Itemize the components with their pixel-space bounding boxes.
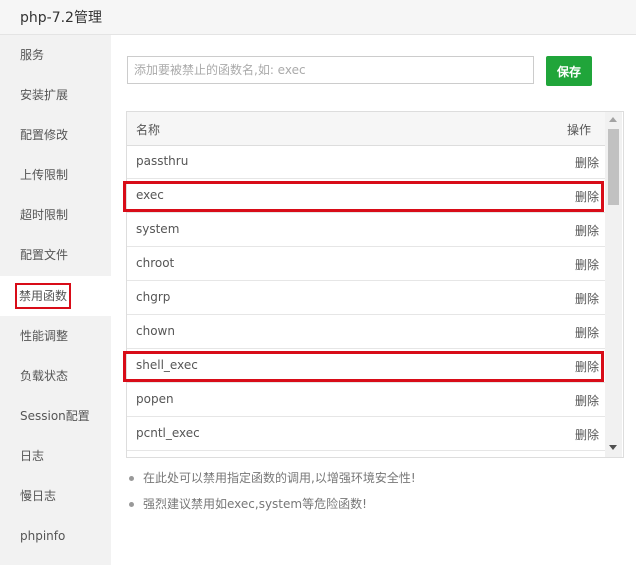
sidebar-item-label: 性能调整 xyxy=(20,329,69,343)
table-row: system 删除 xyxy=(127,214,605,247)
tip-text: 在此处可以禁用指定函数的调用,以增强环境安全性! xyxy=(143,471,416,485)
function-name: passthru xyxy=(136,154,189,168)
sidebar-item-disabled-functions[interactable]: 禁用函数 xyxy=(0,276,111,316)
sidebar-item-label: 慢日志 xyxy=(20,489,57,503)
column-header-name: 名称 xyxy=(136,123,161,137)
tips-list: 在此处可以禁用指定函数的调用,以增强环境安全性! 强烈建议禁用如exec,sys… xyxy=(127,470,607,522)
sidebar-item-log[interactable]: 日志 xyxy=(0,436,111,476)
delete-link[interactable]: 删除 xyxy=(575,290,599,307)
bullet-icon xyxy=(129,476,134,481)
table-row: chown 删除 xyxy=(127,316,605,349)
delete-link[interactable]: 删除 xyxy=(575,358,599,375)
sidebar-item-label: 服务 xyxy=(20,48,45,62)
sidebar-item-config-file[interactable]: 配置文件 xyxy=(0,235,111,275)
function-name: chgrp xyxy=(136,290,171,304)
sidebar-item-load-status[interactable]: 负载状态 xyxy=(0,356,111,396)
sidebar-item-performance[interactable]: 性能调整 xyxy=(0,316,111,356)
function-name: exec xyxy=(136,188,164,202)
delete-link[interactable]: 删除 xyxy=(575,188,599,205)
sidebar-item-label: 负载状态 xyxy=(20,369,69,383)
function-name: pcntl_exec xyxy=(136,426,200,440)
sidebar-item-phpinfo[interactable]: phpinfo xyxy=(0,516,111,556)
sidebar-item-config-edit[interactable]: 配置修改 xyxy=(0,115,111,155)
sidebar-item-label: phpinfo xyxy=(20,529,66,543)
table-row: chroot 删除 xyxy=(127,248,605,281)
tip-item: 在此处可以禁用指定函数的调用,以增强环境安全性! xyxy=(127,470,607,496)
sidebar-item-label: 禁用函数 xyxy=(15,283,72,309)
table-scrollbar[interactable] xyxy=(605,112,622,457)
table-row: passthru 删除 xyxy=(127,146,605,179)
table-row: pcntl_exec 删除 xyxy=(127,418,605,451)
function-name: popen xyxy=(136,392,174,406)
function-name: chown xyxy=(136,324,175,338)
sidebar-item-install-extension[interactable]: 安装扩展 xyxy=(0,75,111,115)
sidebar-item-service[interactable]: 服务 xyxy=(0,35,111,75)
function-name: shell_exec xyxy=(136,358,198,372)
delete-link[interactable]: 删除 xyxy=(575,154,599,171)
sidebar: 服务 安装扩展 配置修改 上传限制 超时限制 配置文件 禁用函数 性能调整 负载… xyxy=(0,35,111,565)
scrollbar-thumb[interactable] xyxy=(608,129,619,205)
delete-link[interactable]: 删除 xyxy=(575,222,599,239)
scroll-down-icon[interactable] xyxy=(609,445,617,450)
sidebar-item-label: 超时限制 xyxy=(20,208,69,222)
sidebar-item-slow-log[interactable]: 慢日志 xyxy=(0,476,111,516)
table-header: 名称 操作 xyxy=(127,112,605,146)
table-row: popen 删除 xyxy=(127,384,605,417)
sidebar-item-label: 安装扩展 xyxy=(20,88,69,102)
column-header-action: 操作 xyxy=(566,123,591,137)
sidebar-item-label: 配置文件 xyxy=(20,248,69,262)
delete-link[interactable]: 删除 xyxy=(575,392,599,409)
sidebar-item-label: 日志 xyxy=(20,449,45,463)
function-name: system xyxy=(136,222,180,236)
main-panel: 保存 名称 操作 passthru 删除 exec 删除 system 删除 c… xyxy=(111,35,636,565)
disabled-functions-table: 名称 操作 passthru 删除 exec 删除 system 删除 chro… xyxy=(126,111,624,458)
scroll-up-icon[interactable] xyxy=(609,117,617,122)
sidebar-item-upload-limit[interactable]: 上传限制 xyxy=(0,155,111,195)
function-name: chroot xyxy=(136,256,175,270)
delete-link[interactable]: 删除 xyxy=(575,324,599,341)
function-name-input[interactable] xyxy=(127,56,534,84)
table-row: chgrp 删除 xyxy=(127,282,605,315)
tip-text: 强烈建议禁用如exec,system等危险函数! xyxy=(143,497,367,511)
delete-link[interactable]: 删除 xyxy=(575,426,599,443)
sidebar-item-label: 配置修改 xyxy=(20,128,69,142)
sidebar-item-label: Session配置 xyxy=(20,409,90,423)
sidebar-item-timeout-limit[interactable]: 超时限制 xyxy=(0,195,111,235)
delete-link[interactable]: 删除 xyxy=(575,256,599,273)
sidebar-item-session-config[interactable]: Session配置 xyxy=(0,396,111,436)
table-row: exec 删除 xyxy=(127,180,605,213)
title-bar: php-7.2管理 xyxy=(0,0,636,35)
save-button[interactable]: 保存 xyxy=(546,56,592,86)
sidebar-item-label: 上传限制 xyxy=(20,168,69,182)
table-row: shell_exec 删除 xyxy=(127,350,605,383)
window-title: php-7.2管理 xyxy=(20,10,102,26)
bullet-icon xyxy=(129,502,134,507)
tip-item: 强烈建议禁用如exec,system等危险函数! xyxy=(127,496,607,522)
